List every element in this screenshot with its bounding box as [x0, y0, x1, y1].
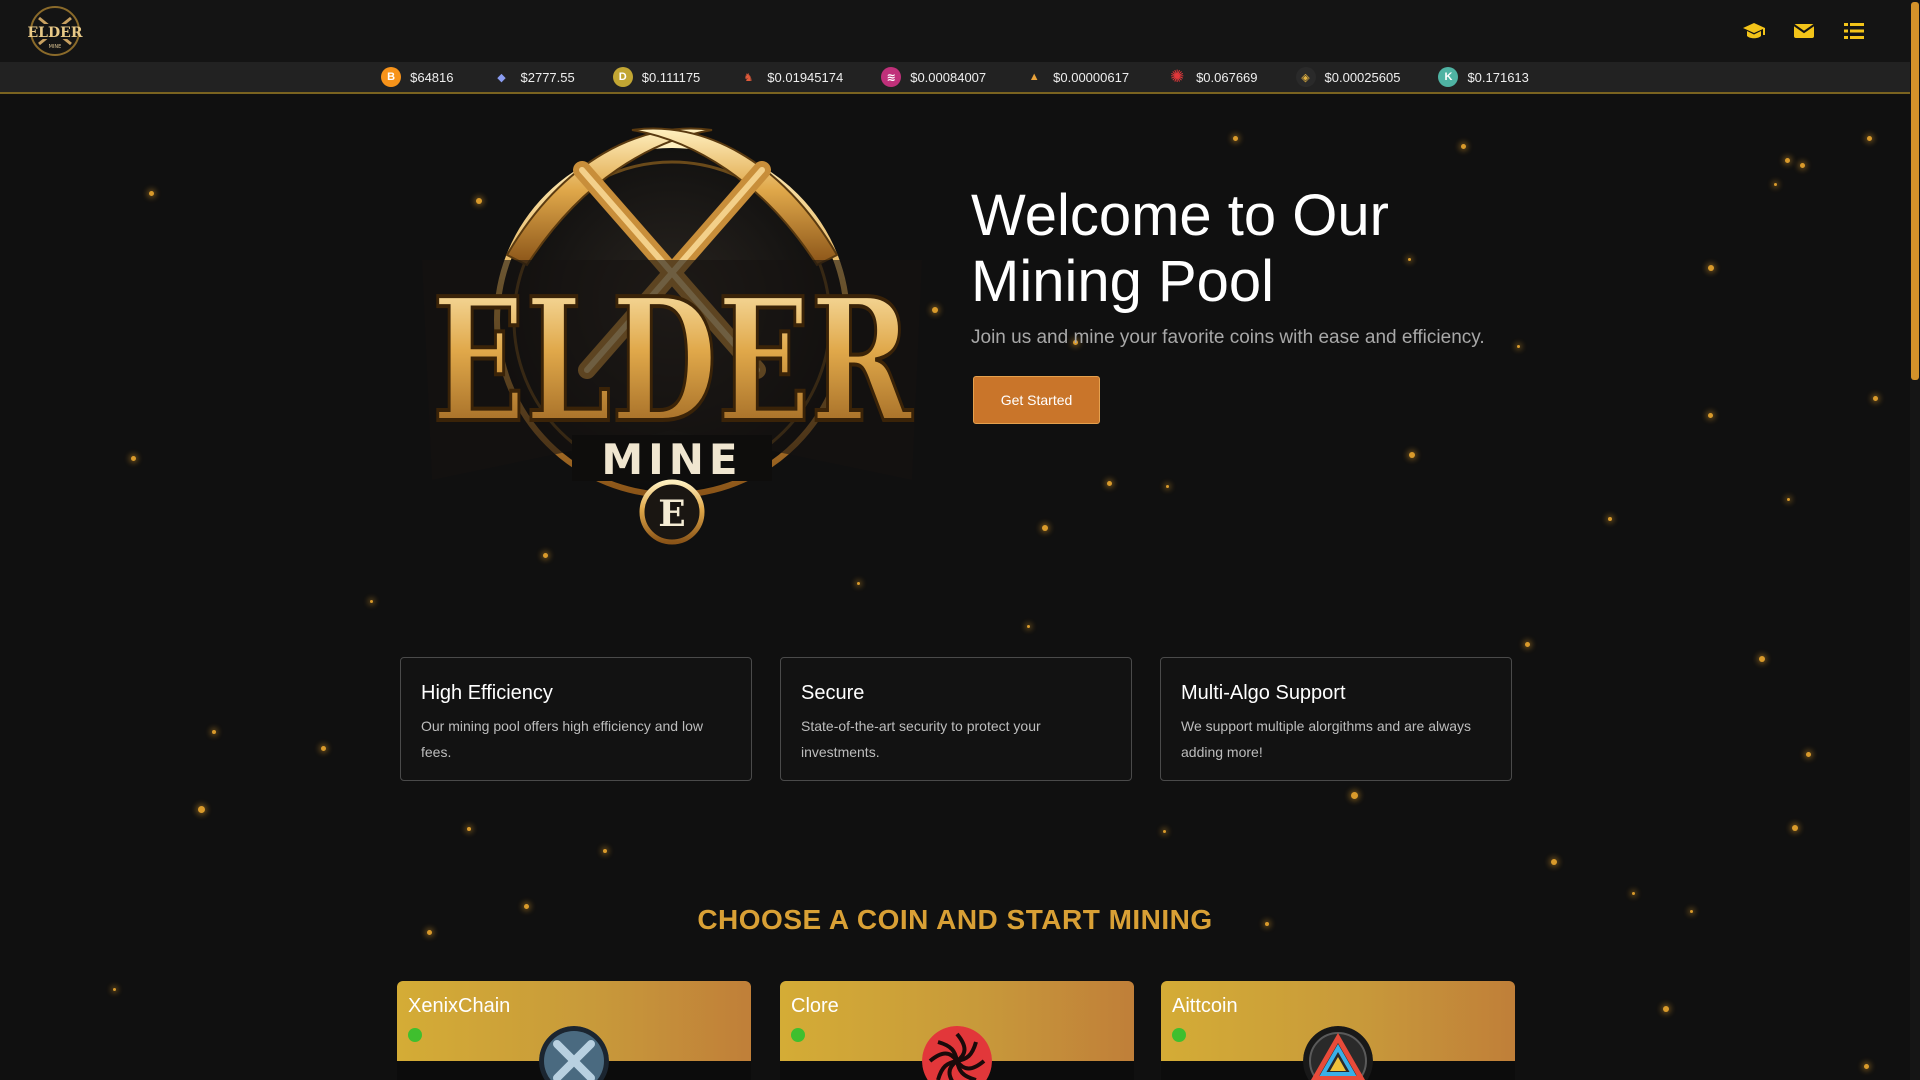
svg-text:ELDER: ELDER: [432, 261, 913, 461]
dogecoin-icon: D: [612, 67, 633, 87]
ethereum-icon: ◆: [497, 71, 506, 84]
page-scrollbar[interactable]: [1910, 0, 1920, 1080]
feature-text: Our mining pool offers high efficiency a…: [421, 718, 703, 760]
coin-name: XenixChain: [408, 995, 511, 1017]
online-status-dot: [791, 1028, 805, 1042]
coin-icon: ▲: [1028, 71, 1040, 83]
coin-card-clore[interactable]: Clore: [780, 981, 1134, 1080]
envelope-icon[interactable]: [1792, 19, 1816, 43]
price-ticker: B $64816 ◆ $2777.55 D $0.111175 ♞ $0.019…: [0, 62, 1910, 94]
ticker-item[interactable]: ▲ $0.00000617: [1024, 67, 1129, 87]
ticker-item[interactable]: K $0.171613: [1438, 67, 1529, 87]
ticker-price: $0.067669: [1196, 69, 1258, 85]
ticker-price: $0.111175: [641, 69, 701, 85]
ticker-item[interactable]: ◆ $2777.55: [492, 67, 575, 87]
top-navbar: ELDER MINE: [0, 0, 1910, 62]
coin-name: Aittcoin: [1172, 995, 1238, 1017]
elder-mine-emblem: ELDER MINE E: [422, 127, 922, 545]
get-started-button[interactable]: Get Started: [973, 376, 1100, 424]
feature-card-multi-algo: Multi-Algo Support We support multiple a…: [1160, 657, 1512, 781]
coin-name: Clore: [791, 995, 839, 1017]
feature-text: State-of-the-art security to protect you…: [801, 718, 1041, 760]
list-icon[interactable]: [1842, 19, 1866, 43]
ticker-price: $0.00025605: [1324, 69, 1401, 85]
ticker-item[interactable]: ♞ $0.01945174: [738, 67, 843, 87]
hero-title: Welcome to Our Mining Pool: [971, 183, 1531, 315]
ticker-item[interactable]: ✺ $0.067669: [1167, 67, 1258, 87]
coin-card-xenixchain[interactable]: XenixChain: [397, 981, 751, 1080]
ticker-price: $0.01945174: [767, 69, 844, 85]
coin-card-aittcoin[interactable]: Aittcoin: [1161, 981, 1515, 1080]
coin-icon: K: [1438, 67, 1459, 87]
feature-card-efficiency: High Efficiency Our mining pool offers h…: [400, 657, 752, 781]
ticker-item[interactable]: ≋ $0.00084007: [881, 67, 986, 87]
nav-icons: [1742, 19, 1866, 43]
elder-mine-logo[interactable]: ELDER MINE: [26, 4, 84, 58]
ticker-price: $0.00084007: [910, 69, 987, 85]
scrollbar-thumb[interactable]: [1911, 2, 1919, 380]
hero-title-line1: Welcome to Our: [971, 183, 1389, 248]
ticker-price: $0.171613: [1467, 69, 1529, 85]
svg-text:MINE: MINE: [601, 435, 742, 484]
feature-title: High Efficiency: [421, 682, 553, 704]
bitcoin-icon: B: [381, 67, 402, 87]
ticker-item[interactable]: D $0.111175: [612, 67, 701, 87]
ticker-price: $0.00000617: [1053, 69, 1130, 85]
coin-icon: ◈: [1295, 67, 1316, 87]
coin-icon: ♞: [743, 71, 754, 84]
graduation-cap-icon[interactable]: [1742, 19, 1766, 43]
online-status-dot: [408, 1028, 422, 1042]
hero-title-line2: Mining Pool: [971, 249, 1275, 314]
svg-text:E: E: [658, 493, 685, 535]
coin-icon: ≋: [881, 67, 902, 87]
feature-title: Secure: [801, 682, 865, 704]
clore-icon: ✺: [1169, 67, 1185, 86]
ticker-price: $2777.55: [520, 69, 575, 85]
online-status-dot: [1172, 1028, 1186, 1042]
feature-text: We support multiple alorgithms and are a…: [1181, 718, 1471, 760]
svg-text:MINE: MINE: [49, 44, 62, 50]
coins-section-title: CHOOSE A COIN AND START MINING: [697, 904, 1213, 935]
feature-title: Multi-Algo Support: [1181, 682, 1346, 704]
ticker-price: $64816: [410, 69, 454, 85]
svg-text:ELDER: ELDER: [28, 25, 83, 41]
ticker-item[interactable]: B $64816: [381, 67, 454, 87]
hero-subtitle: Join us and mine your favorite coins wit…: [971, 327, 1485, 348]
feature-card-secure: Secure State-of-the-art security to prot…: [780, 657, 1132, 781]
ticker-item[interactable]: ◈ $0.00025605: [1295, 67, 1401, 87]
